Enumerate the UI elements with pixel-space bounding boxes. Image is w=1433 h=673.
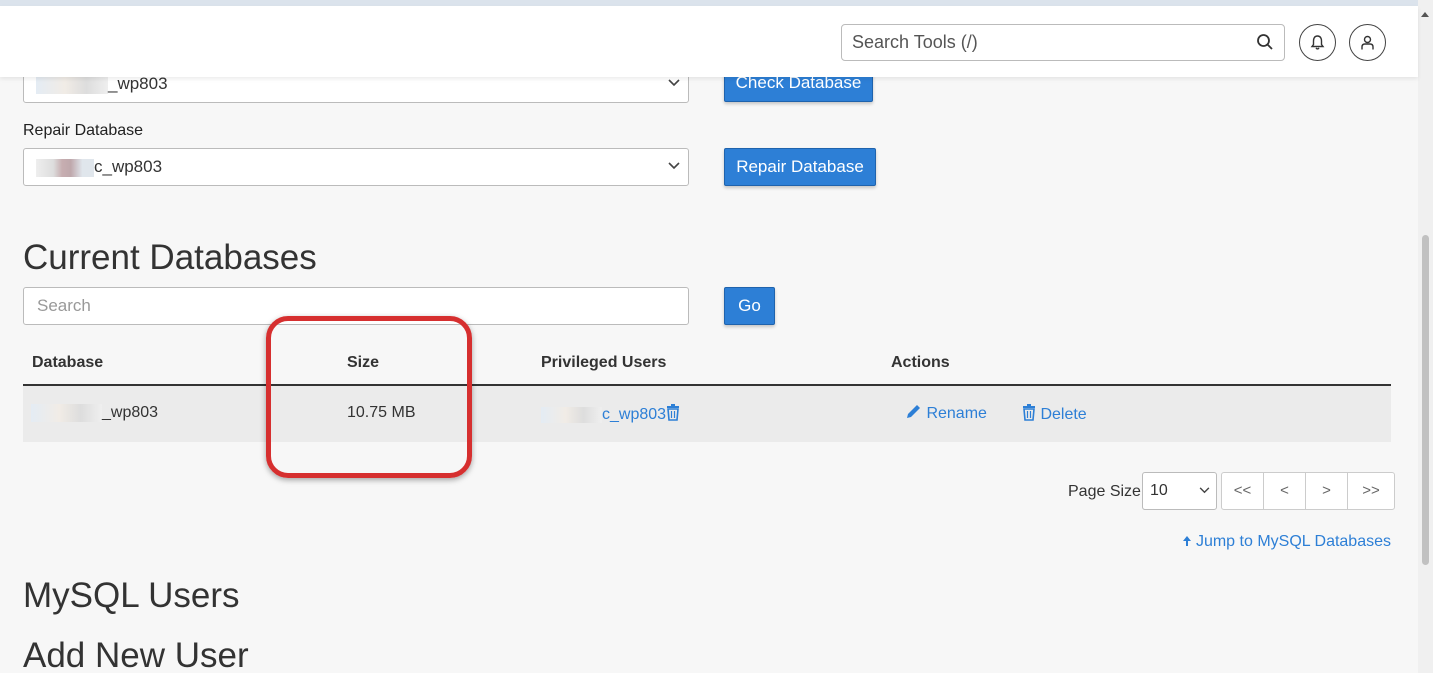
trash-icon[interactable] — [666, 404, 680, 421]
chevron-down-icon — [1199, 487, 1210, 494]
repair-database-button[interactable]: Repair Database — [724, 148, 876, 186]
delete-link[interactable]: Delete — [1040, 406, 1086, 423]
chevron-down-icon — [668, 79, 680, 87]
privileged-user-link[interactable]: c_wp803 — [602, 406, 666, 423]
database-name: _wp803 — [102, 404, 159, 422]
repair-database-value: c_wp803 — [94, 157, 163, 176]
column-header-database[interactable]: Database — [32, 354, 103, 372]
search-tools-field[interactable] — [841, 24, 1285, 61]
repair-database-select[interactable]: c_wp803 — [23, 148, 689, 186]
next-page-button[interactable]: > — [1306, 473, 1348, 509]
pagination-controls: << < > >> — [1221, 472, 1395, 510]
current-databases-title: Current Databases — [23, 238, 317, 277]
search-tools-input[interactable] — [852, 32, 1242, 53]
page-size-select[interactable]: 10 — [1142, 472, 1217, 510]
database-name-cell: _wp803 — [31, 404, 158, 422]
chevron-down-icon — [668, 162, 680, 170]
mysql-users-title: MySQL Users — [23, 576, 240, 615]
user-icon — [1361, 35, 1374, 50]
previous-page-button[interactable]: < — [1264, 473, 1306, 509]
search-icon[interactable] — [1256, 33, 1274, 51]
redacted-prefix — [36, 75, 108, 94]
database-search-input[interactable] — [37, 296, 657, 316]
page-size-value: 10 — [1150, 482, 1168, 499]
page-scrollbar[interactable] — [1418, 0, 1433, 673]
jump-link-label[interactable]: Jump to MySQL Databases — [1196, 533, 1391, 550]
redacted-prefix — [541, 406, 602, 423]
user-menu-button[interactable] — [1349, 24, 1386, 61]
scrollbar-thumb[interactable] — [1422, 235, 1429, 565]
redacted-prefix — [31, 404, 102, 422]
redacted-prefix — [36, 158, 94, 177]
column-header-actions: Actions — [891, 354, 950, 371]
delete-action[interactable]: Delete — [1022, 404, 1087, 424]
scroll-up-arrow-icon[interactable] — [1421, 12, 1429, 17]
size-highlight-annotation — [266, 316, 472, 478]
first-page-button[interactable]: << — [1222, 473, 1264, 509]
pencil-icon — [907, 405, 920, 418]
trash-icon — [1023, 404, 1035, 421]
rename-action[interactable]: Rename — [905, 404, 987, 423]
arrow-up-icon — [1182, 536, 1191, 546]
page-size-label: Page Size — [1068, 483, 1141, 500]
top-header — [0, 6, 1418, 77]
go-button[interactable]: Go — [724, 287, 775, 325]
jump-to-mysql-databases-link[interactable]: Jump to MySQL Databases — [1182, 533, 1391, 551]
last-page-button[interactable]: >> — [1348, 473, 1394, 509]
table-row — [23, 386, 1391, 442]
repair-database-label: Repair Database — [23, 122, 144, 139]
notifications-button[interactable] — [1299, 24, 1336, 61]
privileged-user-cell: c_wp803 — [541, 404, 680, 424]
column-header-privileged-users: Privileged Users — [541, 354, 667, 371]
bell-icon — [1310, 35, 1325, 50]
rename-link[interactable]: Rename — [926, 405, 986, 422]
add-new-user-title: Add New User — [23, 636, 249, 673]
